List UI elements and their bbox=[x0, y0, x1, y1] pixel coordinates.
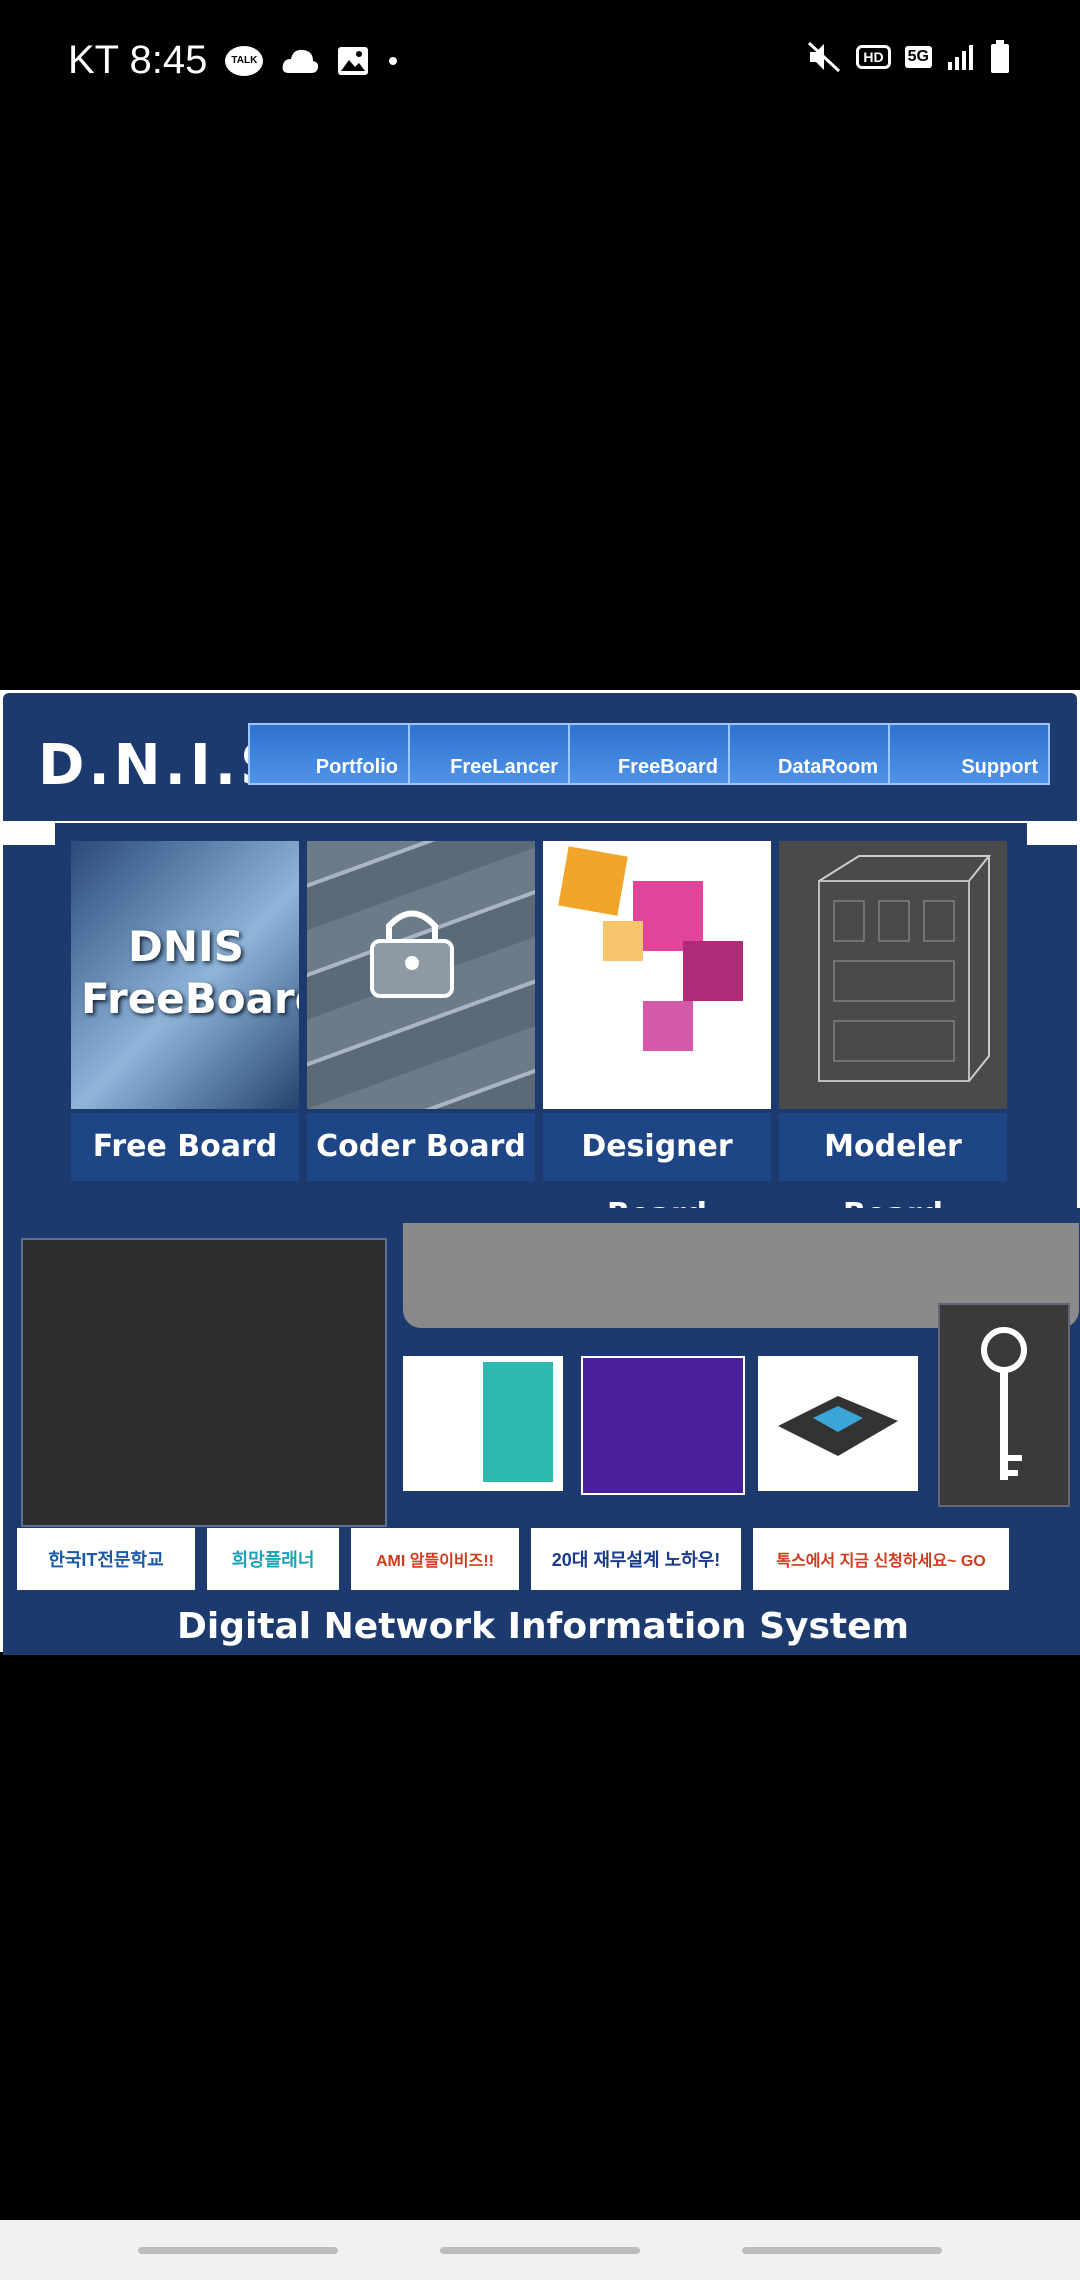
battery-icon bbox=[991, 40, 1009, 73]
system-nav-bar bbox=[0, 2220, 1080, 2280]
boards-section: DNIS FreeBoard Free Board Coder Board bbox=[55, 823, 1027, 1232]
designer-square bbox=[643, 1001, 693, 1051]
designer-square bbox=[603, 921, 643, 961]
talk-icon: TALK bbox=[225, 45, 264, 76]
thumb-chip[interactable] bbox=[758, 1356, 918, 1491]
mute-icon bbox=[808, 41, 841, 73]
carrier-time: KT 8:45 bbox=[68, 38, 208, 82]
board-designer[interactable]: Designer Board bbox=[543, 841, 771, 1232]
thumb-form[interactable] bbox=[581, 1356, 745, 1495]
board-free-label: Free Board bbox=[71, 1113, 299, 1181]
banner-it-school[interactable]: 한국IT전문학교 bbox=[17, 1528, 195, 1590]
recent-apps-button[interactable] bbox=[138, 2247, 338, 2254]
cloud-icon bbox=[282, 49, 319, 73]
5g-icon: 5G bbox=[904, 46, 932, 68]
board-designer-image bbox=[543, 841, 771, 1109]
thumb-live-sim-accent bbox=[483, 1362, 553, 1482]
nav-freeboard[interactable]: FreeBoard bbox=[570, 725, 730, 783]
board-free-image-text: DNIS FreeBoard bbox=[81, 922, 299, 1023]
nav-freelancer[interactable]: FreeLancer bbox=[410, 725, 570, 783]
dark-panel bbox=[21, 1238, 387, 1527]
board-coder-label: Coder Board bbox=[307, 1113, 535, 1181]
banner-finance[interactable]: 20대 재무설계 노하우! bbox=[531, 1528, 741, 1590]
lower-section: 한국IT전문학교 희망플래너 AMI 알뜰이비즈!! 20대 재무설계 노하우!… bbox=[3, 1208, 1080, 1655]
key-box[interactable] bbox=[938, 1303, 1070, 1507]
designer-square bbox=[558, 846, 628, 916]
designer-square bbox=[683, 941, 743, 1001]
status-right: HD 5G bbox=[806, 40, 1010, 74]
key-icon bbox=[981, 1327, 1027, 1480]
board-free-image: DNIS FreeBoard bbox=[71, 841, 299, 1109]
hd-icon: HD bbox=[856, 45, 891, 69]
wireframe-model-icon bbox=[818, 855, 992, 1082]
board-designer-label: Designer Board bbox=[543, 1113, 771, 1232]
chip-icon bbox=[778, 1396, 898, 1456]
nav-support[interactable]: Support bbox=[890, 725, 1048, 783]
board-modeler-image bbox=[779, 841, 1007, 1109]
status-left: KT 8:45 TALK bbox=[68, 38, 399, 83]
signal-icon bbox=[948, 45, 973, 70]
lock-icon bbox=[370, 910, 454, 998]
banner-hope-planner[interactable]: 희망플래너 bbox=[207, 1528, 339, 1590]
board-modeler-label: Modeler Board bbox=[779, 1113, 1007, 1232]
site-frame: D.N.I.S Portfolio FreeLancer FreeBoard D… bbox=[3, 693, 1080, 1655]
nav-dataroom[interactable]: DataRoom bbox=[730, 725, 890, 783]
home-button[interactable] bbox=[440, 2247, 640, 2254]
board-free[interactable]: DNIS FreeBoard Free Board bbox=[71, 841, 299, 1181]
board-coder[interactable]: Coder Board bbox=[307, 841, 535, 1181]
banner-signup[interactable]: 톡스에서 지금 신청하세요~ GO bbox=[753, 1528, 1009, 1590]
site-footer-title: Digital Network Information System bbox=[176, 1606, 910, 1647]
nav-portfolio[interactable]: Portfolio bbox=[250, 725, 410, 783]
site-screenshot: D.N.I.S Portfolio FreeLancer FreeBoard D… bbox=[0, 690, 1080, 1655]
board-modeler[interactable]: Modeler Board bbox=[779, 841, 1007, 1232]
dot-icon bbox=[389, 56, 398, 65]
banner-row: 한국IT전문학교 희망플래너 AMI 알뜰이비즈!! 20대 재무설계 노하우!… bbox=[17, 1528, 1069, 1598]
thumb-live-sim[interactable] bbox=[403, 1356, 563, 1491]
banner-ami[interactable]: AMI 알뜰이비즈!! bbox=[351, 1528, 519, 1590]
back-button[interactable] bbox=[742, 2247, 942, 2254]
site-header: D.N.I.S Portfolio FreeLancer FreeBoard D… bbox=[3, 693, 1077, 821]
board-coder-image bbox=[307, 841, 535, 1109]
status-bar: KT 8:45 TALK HD 5G bbox=[0, 0, 1080, 130]
site-nav: Portfolio FreeLancer FreeBoard DataRoom … bbox=[248, 723, 1050, 785]
image-icon bbox=[338, 46, 369, 75]
